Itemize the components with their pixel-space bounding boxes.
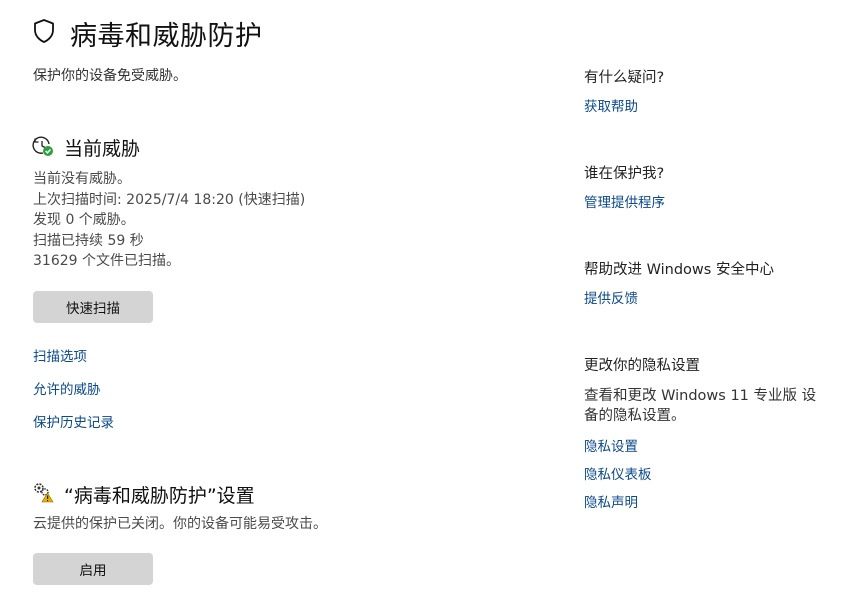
feedback-link[interactable]: 提供反馈 <box>584 287 638 307</box>
allowed-threats-link[interactable]: 允许的威胁 <box>33 378 101 398</box>
last-scan-time: 上次扫描时间: 2025/7/4 18:20 (快速扫描) <box>33 191 306 208</box>
scan-duration: 扫描已持续 59 秒 <box>33 232 144 249</box>
privacy-description: 查看和更改 Windows 11 专业版 设备的隐私设置。 <box>584 388 817 424</box>
cloud-protection-warning: 云提供的保护已关闭。你的设备可能易受攻击。 <box>33 516 327 532</box>
clock-check-icon <box>32 135 54 157</box>
page-title: 病毒和威胁防护 <box>70 21 263 52</box>
gears-warning-icon <box>32 481 54 503</box>
privacy-statement-link[interactable]: 隐私声明 <box>584 491 638 511</box>
threats-found: 发现 0 个威胁。 <box>33 212 135 228</box>
shield-icon <box>32 18 56 44</box>
current-threats-title: 当前威胁 <box>64 138 141 160</box>
threat-status-text: 当前没有威胁。 上次扫描时间: 2025/7/4 18:20 (快速扫描) 发现… <box>33 169 305 272</box>
improve-heading: 帮助改进 Windows 安全中心 <box>584 262 774 278</box>
get-help-link[interactable]: 获取帮助 <box>584 95 638 115</box>
threat-status: 当前没有威胁。 <box>33 171 131 187</box>
page-subtitle: 保护你的设备免受威胁。 <box>33 68 187 84</box>
privacy-heading: 更改你的隐私设置 <box>584 358 700 374</box>
privacy-settings-link[interactable]: 隐私设置 <box>584 435 638 455</box>
enable-button[interactable]: 启用 <box>33 553 153 585</box>
help-heading: 有什么疑问? <box>584 70 665 86</box>
privacy-dashboard-link[interactable]: 隐私仪表板 <box>584 463 652 483</box>
protection-history-link[interactable]: 保护历史记录 <box>33 411 114 431</box>
scan-options-link[interactable]: 扫描选项 <box>33 345 87 365</box>
who-protects-heading: 谁在保护我? <box>584 166 665 182</box>
files-scanned: 31629 个文件已扫描。 <box>33 253 180 269</box>
quick-scan-button[interactable]: 快速扫描 <box>33 291 153 323</box>
manage-providers-link[interactable]: 管理提供程序 <box>584 191 665 211</box>
settings-title: “病毒和威胁防护”设置 <box>64 485 255 507</box>
